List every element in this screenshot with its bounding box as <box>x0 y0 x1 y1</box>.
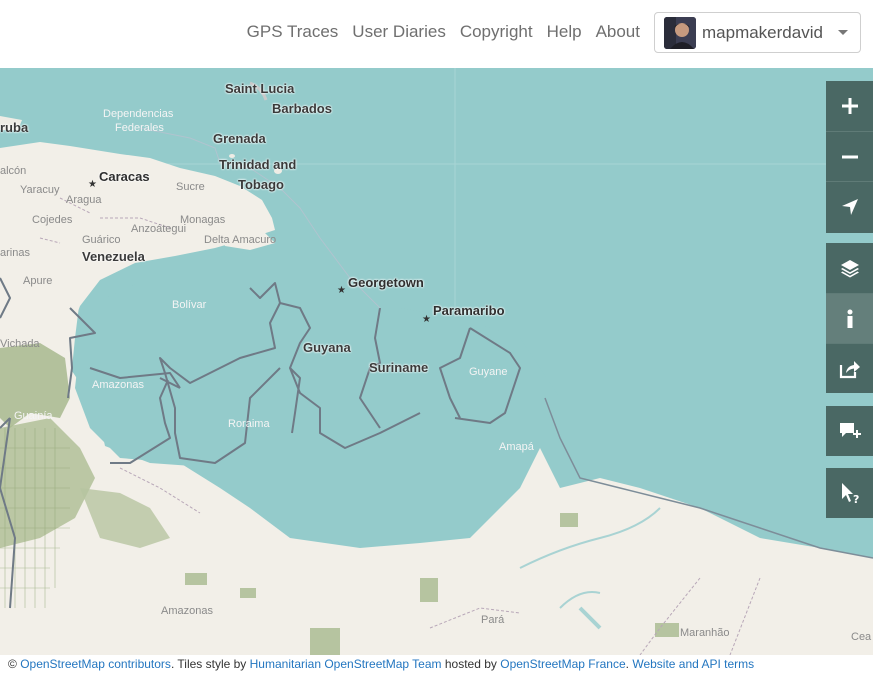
note-controls <box>826 406 873 456</box>
share-icon <box>839 360 860 378</box>
query-controls: ? <box>826 468 873 518</box>
info-icon <box>847 309 852 328</box>
layers-button[interactable] <box>826 243 873 293</box>
zoom-in-button[interactable] <box>826 81 873 131</box>
attribution-prefix: © <box>8 657 21 671</box>
osm-contributors-link[interactable]: OpenStreetMap contributors <box>20 657 171 671</box>
top-header: GPS Traces User Diaries Copyright Help A… <box>0 0 873 69</box>
locate-button[interactable] <box>826 181 873 231</box>
capital-star-icon: ★ <box>337 285 346 296</box>
capital-star-icon: ★ <box>88 179 97 190</box>
layers-icon <box>840 260 859 278</box>
attribution-text: hosted by <box>441 657 501 671</box>
hot-link[interactable]: Humanitarian OpenStreetMap Team <box>250 657 442 671</box>
add-note-icon <box>839 423 861 438</box>
user-menu-button[interactable]: mapmakerdavid <box>654 12 861 53</box>
osm-france-link[interactable]: OpenStreetMap France <box>500 657 625 671</box>
nav-help[interactable]: Help <box>547 22 582 42</box>
map-attribution: © OpenStreetMap contributors. Tiles styl… <box>0 655 873 673</box>
nav-user-diaries[interactable]: User Diaries <box>352 22 446 42</box>
main-nav: GPS Traces User Diaries Copyright Help A… <box>247 0 640 64</box>
svg-text:?: ? <box>853 493 859 504</box>
attribution-text: . Tiles style by <box>170 657 250 671</box>
username: mapmakerdavid <box>702 22 823 42</box>
nav-copyright[interactable]: Copyright <box>460 22 533 42</box>
share-button[interactable] <box>826 343 873 393</box>
query-features-icon: ? <box>841 483 859 504</box>
nav-gps-traces[interactable]: GPS Traces <box>247 22 339 42</box>
minus-icon <box>841 155 858 158</box>
map-canvas[interactable]: Saint Lucia Barbados Grenada Trinidad an… <box>0 68 873 655</box>
zoom-out-button[interactable] <box>826 131 873 181</box>
terms-link[interactable]: Website and API terms <box>632 657 754 671</box>
location-arrow-icon <box>841 198 858 215</box>
plus-icon <box>841 98 858 114</box>
nav-about[interactable]: About <box>596 22 640 42</box>
map-key-button[interactable] <box>826 293 873 343</box>
zoom-controls <box>826 81 873 233</box>
avatar <box>664 16 696 49</box>
caret-down-icon <box>838 30 848 35</box>
query-features-button[interactable]: ? <box>826 468 873 518</box>
map-tiles <box>0 68 873 655</box>
add-note-button[interactable] <box>826 406 873 456</box>
map-panel-controls <box>826 243 873 393</box>
capital-star-icon: ★ <box>422 314 431 325</box>
